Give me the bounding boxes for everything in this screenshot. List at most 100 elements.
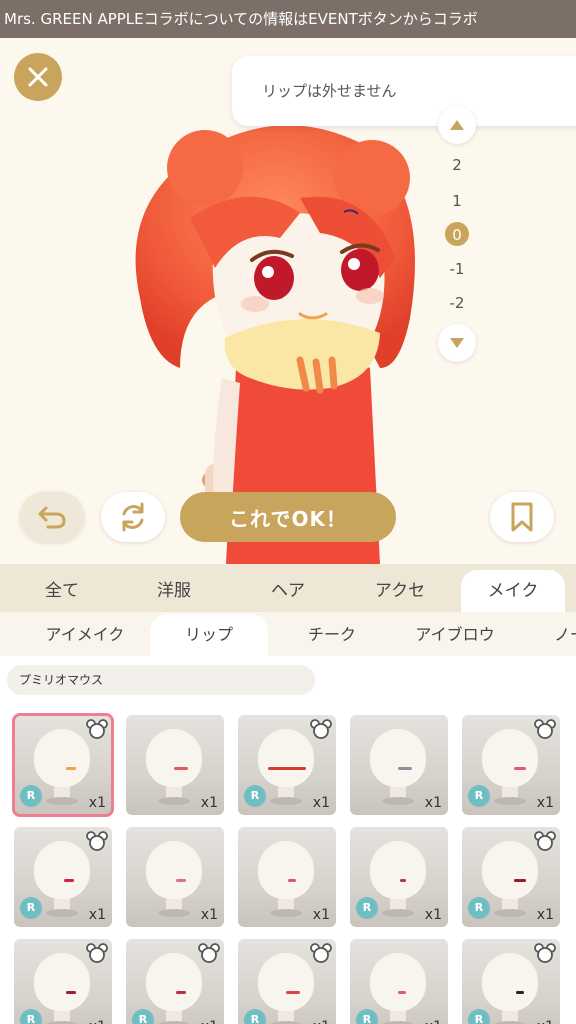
item-quantity: x1 xyxy=(537,1019,554,1024)
mannequin-base xyxy=(46,909,78,917)
category-tab-bar: 全て 洋服 ヘア アクセ メイク xyxy=(0,564,576,612)
rarity-badge: R xyxy=(356,1009,378,1024)
lip-swatch xyxy=(288,879,296,882)
lip-item-card[interactable]: Rx1 xyxy=(14,827,112,927)
rarity-badge: R xyxy=(244,785,266,807)
lip-swatch xyxy=(514,879,526,882)
lip-item-card[interactable]: x1 xyxy=(350,715,448,815)
zoom-down-button[interactable] xyxy=(438,324,476,362)
lip-swatch xyxy=(176,991,186,994)
bear-icon xyxy=(310,719,332,739)
lip-item-card[interactable]: Rx1 xyxy=(238,715,336,815)
bear-icon xyxy=(534,943,556,963)
mannequin-head xyxy=(258,729,314,787)
rotate-button[interactable] xyxy=(101,492,165,542)
item-quantity: x1 xyxy=(424,907,442,923)
item-quantity: x1 xyxy=(312,907,330,923)
lip-item-card[interactable]: Rx1 xyxy=(12,713,114,817)
mannequin-head xyxy=(258,953,314,1011)
tab-all[interactable]: 全て xyxy=(10,570,114,612)
mannequin-head xyxy=(146,841,202,899)
zoom-level-minus-1[interactable]: -1 xyxy=(436,260,478,278)
bear-icon xyxy=(86,831,108,851)
lip-remove-toast: リップは外せません xyxy=(232,56,576,126)
bookmark-button[interactable] xyxy=(490,492,554,542)
lip-swatch xyxy=(516,991,524,994)
lip-item-card[interactable]: Rx1 xyxy=(14,939,112,1024)
tab-clothes[interactable]: 洋服 xyxy=(122,570,226,612)
tab-accessories[interactable]: アクセ xyxy=(348,570,452,612)
lip-swatch xyxy=(514,767,526,770)
triangle-down-icon xyxy=(450,338,464,348)
zoom-level-0[interactable]: 0 xyxy=(436,226,478,244)
subtab-lip[interactable]: リップ xyxy=(150,614,268,656)
avatar-preview-stage: リップは外せません 2 1 0 -1 -2 これでOK！ xyxy=(0,38,576,564)
mannequin-base xyxy=(494,797,526,805)
mannequin-base xyxy=(158,909,190,917)
mannequin-base xyxy=(270,909,302,917)
subtab-cheek[interactable]: チーク xyxy=(280,614,384,656)
lip-item-card[interactable]: x1 xyxy=(126,715,224,815)
lip-item-card[interactable]: Rx1 xyxy=(126,939,224,1024)
tab-hair[interactable]: ヘア xyxy=(236,570,340,612)
lip-swatch xyxy=(398,991,406,994)
lip-swatch xyxy=(286,991,300,994)
makeup-subtab-bar: アイメイク リップ チーク アイブロウ ノー xyxy=(0,612,576,656)
mannequin-head xyxy=(258,841,314,899)
rarity-badge: R xyxy=(468,785,490,807)
tab-makeup[interactable]: メイク xyxy=(461,570,565,612)
zoom-control: 2 1 0 -1 -2 xyxy=(436,106,478,368)
undo-button[interactable] xyxy=(20,492,84,542)
rarity-badge: R xyxy=(20,785,42,807)
rarity-badge: R xyxy=(468,1009,490,1024)
close-button[interactable] xyxy=(14,53,62,101)
rarity-badge: R xyxy=(244,1009,266,1024)
zoom-level-1[interactable]: 1 xyxy=(436,192,478,210)
triangle-up-icon xyxy=(450,120,464,130)
bear-icon xyxy=(310,943,332,963)
bear-icon xyxy=(534,831,556,851)
rarity-badge: R xyxy=(20,1009,42,1024)
lip-item-card[interactable]: x1 xyxy=(126,827,224,927)
mannequin-base xyxy=(494,909,526,917)
zoom-level-minus-2[interactable]: -2 xyxy=(436,294,478,312)
mannequin-head xyxy=(482,953,538,1011)
lip-swatch xyxy=(268,767,306,770)
rarity-badge: R xyxy=(20,897,42,919)
mannequin-head xyxy=(146,953,202,1011)
item-quantity: x1 xyxy=(88,795,106,811)
zoom-up-button[interactable] xyxy=(438,106,476,144)
item-quantity: x1 xyxy=(536,907,554,923)
lip-item-card[interactable]: Rx1 xyxy=(350,827,448,927)
brand-filter[interactable]: プミリオマウス xyxy=(7,665,315,695)
zoom-level-2[interactable]: 2 xyxy=(436,156,478,174)
lip-item-card[interactable]: Rx1 xyxy=(462,939,560,1024)
mannequin-head xyxy=(370,953,426,1011)
bear-icon xyxy=(86,943,108,963)
mannequin-base xyxy=(382,909,414,917)
item-quantity: x1 xyxy=(88,907,106,923)
lip-item-card[interactable]: Rx1 xyxy=(462,715,560,815)
bookmark-icon xyxy=(511,502,533,532)
lip-item-card[interactable]: Rx1 xyxy=(238,939,336,1024)
subtab-eye-makeup[interactable]: アイメイク xyxy=(30,614,140,656)
lip-swatch xyxy=(400,879,406,882)
lip-item-card[interactable]: Rx1 xyxy=(462,827,560,927)
announcement-ticker: Mrs. GREEN APPLEコラボについての情報はEVENTボタンからコラボ xyxy=(0,0,576,38)
subtab-more[interactable]: ノー xyxy=(540,614,576,656)
mannequin-head xyxy=(34,729,90,787)
undo-icon xyxy=(38,506,66,529)
lip-swatch xyxy=(64,879,74,882)
mannequin-head xyxy=(482,729,538,787)
rotate-icon xyxy=(122,502,144,532)
lip-item-card[interactable]: x1 xyxy=(238,827,336,927)
subtab-eyebrow[interactable]: アイブロウ xyxy=(396,614,514,656)
lip-swatch xyxy=(66,991,76,994)
confirm-ok-button[interactable]: これでOK！ xyxy=(180,492,396,542)
bear-icon xyxy=(198,943,220,963)
mannequin-head xyxy=(34,841,90,899)
lip-swatch xyxy=(66,767,76,770)
mannequin-head xyxy=(146,729,202,787)
mannequin-head xyxy=(370,729,426,787)
lip-item-card[interactable]: Rx1 xyxy=(350,939,448,1024)
